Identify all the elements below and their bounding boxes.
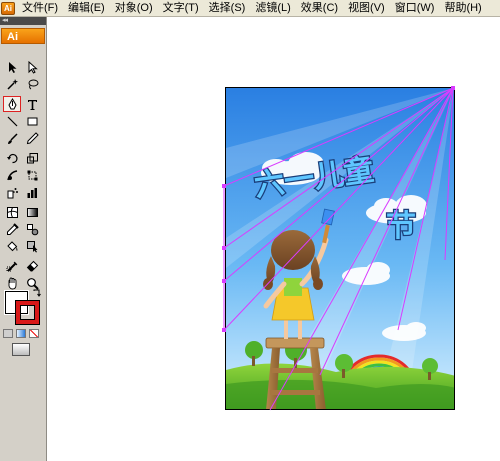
screen-mode-button[interactable]	[12, 343, 30, 356]
menu-file[interactable]: 文件(F)	[17, 0, 63, 16]
menu-select[interactable]: 选择(S)	[204, 0, 251, 16]
menu-edit[interactable]: 编辑(E)	[63, 0, 110, 16]
gradient-mode-button[interactable]	[16, 329, 26, 338]
mesh-tool-icon[interactable]	[3, 204, 21, 220]
childrens-day-illustration: 六一儿童 节	[226, 88, 454, 409]
blend-tool-icon[interactable]	[23, 221, 41, 237]
gradient-tool-icon[interactable]	[23, 204, 41, 220]
pencil-tool-icon[interactable]	[23, 130, 41, 146]
pen-tool-icon[interactable]	[3, 96, 21, 112]
eraser-tool-icon[interactable]	[23, 258, 41, 274]
rectangle-tool-icon[interactable]	[23, 113, 41, 129]
menu-type[interactable]: 文字(T)	[158, 0, 204, 16]
rotate-tool-icon[interactable]	[3, 150, 21, 166]
menu-object[interactable]: 对象(O)	[110, 0, 158, 16]
eyedropper-tool-icon[interactable]	[3, 221, 21, 237]
slice-tool-icon[interactable]	[3, 258, 21, 274]
menu-view[interactable]: 视图(V)	[343, 0, 390, 16]
menu-filter[interactable]: 滤镜(L)	[250, 0, 295, 16]
selection-tool-icon[interactable]	[3, 59, 21, 75]
warp-tool-icon[interactable]	[3, 167, 21, 183]
live-paint-selection-tool-icon[interactable]	[23, 238, 41, 254]
panel-collapse-grip[interactable]: ◂◂	[0, 17, 46, 25]
scale-tool-icon[interactable]	[23, 150, 41, 166]
lasso-tool-icon[interactable]	[23, 76, 41, 92]
menu-effect[interactable]: 效果(C)	[296, 0, 343, 16]
direct-selection-tool-icon[interactable]	[23, 59, 41, 75]
live-paint-bucket-tool-icon[interactable]	[3, 238, 21, 254]
tool-grid	[3, 59, 43, 292]
color-mode-buttons	[3, 329, 39, 338]
illustrator-logo: Ai	[1, 28, 45, 44]
menu-window[interactable]: 窗口(W)	[390, 0, 440, 16]
illustrator-app-icon[interactable]: Ai	[1, 1, 15, 15]
symbol-sprayer-tool-icon[interactable]	[3, 184, 21, 200]
stroke-color-swatch[interactable]	[16, 301, 39, 324]
title-line-2: 节	[386, 209, 416, 244]
paintbrush-tool-icon[interactable]	[3, 130, 21, 146]
color-mode-button[interactable]	[3, 329, 13, 338]
column-graph-tool-icon[interactable]	[23, 184, 41, 200]
type-tool-icon[interactable]	[23, 96, 41, 112]
none-mode-button[interactable]	[29, 329, 39, 338]
menu-bar: Ai 文件(F) 编辑(E) 对象(O) 文字(T) 选择(S) 滤镜(L) 效…	[0, 0, 500, 17]
free-transform-tool-icon[interactable]	[23, 167, 41, 183]
magic-wand-tool-icon[interactable]	[3, 76, 21, 92]
line-segment-tool-icon[interactable]	[3, 113, 21, 129]
fill-stroke-well	[3, 289, 43, 325]
swap-fill-stroke-icon[interactable]	[33, 289, 41, 297]
menu-help[interactable]: 帮助(H)	[439, 0, 486, 16]
artboard[interactable]: 六一儿童 节	[225, 87, 455, 410]
tools-panel: ◂◂ Ai	[0, 17, 47, 461]
